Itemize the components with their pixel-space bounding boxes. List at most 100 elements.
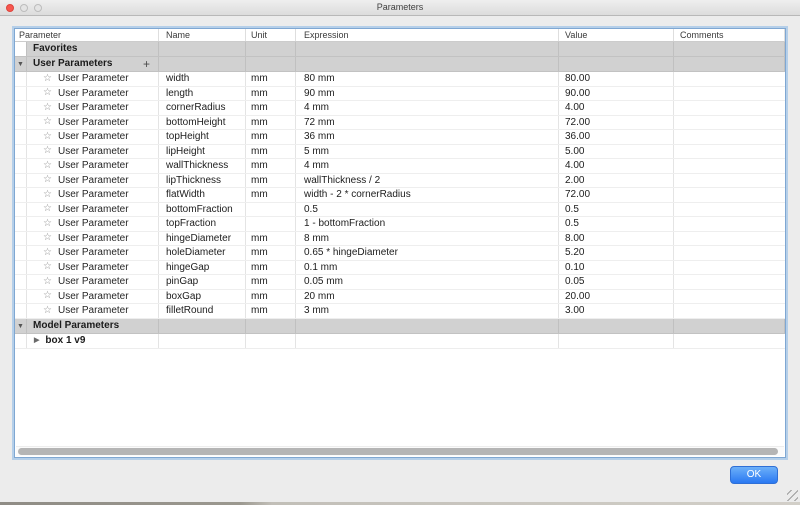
close-button-icon[interactable]	[6, 4, 14, 12]
parameter-type-label: User Parameter	[57, 261, 129, 273]
row-gutter	[15, 231, 27, 245]
favorite-star-icon[interactable]: ☆	[43, 276, 52, 287]
name-cell[interactable]: length	[159, 86, 246, 100]
row-gutter	[15, 101, 27, 115]
favorite-star-icon[interactable]: ☆	[43, 175, 52, 185]
name-cell[interactable]: hingeGap	[159, 260, 246, 274]
parameter-row: ☆ User Parameter bottomFraction 0.5 0.5	[15, 202, 785, 217]
horizontal-scrollbar-track[interactable]	[16, 446, 784, 456]
column-header-comments: Comments	[674, 29, 785, 41]
table-header-row: Parameter Name Unit Expression Value Com…	[15, 29, 785, 42]
comments-cell[interactable]	[674, 275, 785, 289]
favorite-star-icon[interactable]: ☆	[43, 233, 52, 243]
parameter-row: ☆ User Parameter topHeight mm 36 mm 36.0…	[15, 130, 785, 145]
row-gutter	[15, 159, 27, 173]
expression-cell[interactable]: width - 2 * cornerRadius	[296, 188, 559, 202]
favorites-label: Favorites	[27, 42, 159, 56]
favorite-star-icon[interactable]: ☆	[43, 305, 52, 316]
name-cell[interactable]: filletRound	[159, 304, 246, 318]
favorite-star-icon[interactable]: ☆	[43, 160, 52, 171]
expression-cell[interactable]: 5 mm	[296, 144, 559, 158]
comments-cell[interactable]	[674, 246, 785, 260]
expression-cell[interactable]: 8 mm	[296, 231, 559, 245]
expand-triangle-icon[interactable]: ▶	[34, 334, 39, 348]
favorite-star-icon[interactable]: ☆	[43, 131, 52, 142]
expression-cell[interactable]: wallThickness / 2	[296, 173, 559, 187]
favorites-gutter	[15, 42, 27, 56]
unit-cell: mm	[246, 72, 296, 86]
favorite-star-icon[interactable]: ☆	[43, 262, 52, 272]
comments-cell[interactable]	[674, 159, 785, 173]
expression-cell[interactable]: 0.5	[296, 202, 559, 216]
parameter-type-label: User Parameter	[57, 73, 129, 84]
favorite-star-icon[interactable]: ☆	[43, 73, 52, 84]
expression-cell[interactable]: 0.05 mm	[296, 275, 559, 289]
collapse-triangle-icon[interactable]: ▼	[17, 323, 24, 330]
expression-cell[interactable]: 1 - bottomFraction	[296, 217, 559, 231]
resize-grip-icon[interactable]	[787, 490, 798, 501]
comments-cell[interactable]	[674, 174, 785, 188]
name-cell[interactable]: holeDiameter	[159, 246, 246, 260]
comments-cell[interactable]	[674, 261, 785, 275]
comments-cell[interactable]	[674, 72, 785, 86]
expression-cell[interactable]: 80 mm	[296, 72, 559, 86]
name-cell[interactable]: hingeDiameter	[159, 231, 246, 245]
collapse-triangle-icon[interactable]: ▼	[17, 61, 24, 68]
parameters-table: Parameter Name Unit Expression Value Com…	[14, 28, 786, 458]
favorite-star-icon[interactable]: ☆	[43, 189, 52, 200]
name-cell[interactable]: pinGap	[159, 275, 246, 289]
expression-cell[interactable]: 20 mm	[296, 289, 559, 303]
comments-cell[interactable]	[674, 217, 785, 231]
favorite-star-icon[interactable]: ☆	[43, 88, 52, 98]
parameter-row: ☆ User Parameter flatWidth mm width - 2 …	[15, 188, 785, 203]
name-cell[interactable]: topHeight	[159, 130, 246, 144]
name-cell[interactable]: cornerRadius	[159, 101, 246, 115]
model-parameters-section-row: ▼ Model Parameters	[15, 318, 785, 334]
favorite-star-icon[interactable]: ☆	[43, 117, 52, 127]
expression-cell[interactable]: 0.1 mm	[296, 260, 559, 274]
expression-cell[interactable]: 72 mm	[296, 115, 559, 129]
parameter-type-label: User Parameter	[57, 189, 129, 200]
value-cell: 0.5	[559, 217, 674, 231]
favorite-star-icon[interactable]: ☆	[43, 146, 52, 156]
comments-cell[interactable]	[674, 145, 785, 159]
comments-cell[interactable]	[674, 203, 785, 217]
comments-cell[interactable]	[674, 188, 785, 202]
comments-cell[interactable]	[674, 130, 785, 144]
parameter-type-label: User Parameter	[57, 160, 129, 171]
favorite-star-icon[interactable]: ☆	[43, 218, 52, 229]
user-parameter-rows: ☆ User Parameter width mm 80 mm 80.00 ☆ …	[15, 72, 785, 319]
name-cell[interactable]: lipHeight	[159, 144, 246, 158]
unit-cell: mm	[246, 101, 296, 115]
favorite-star-icon[interactable]: ☆	[43, 204, 52, 214]
expression-cell[interactable]: 3 mm	[296, 304, 559, 318]
name-cell[interactable]: wallThickness	[159, 159, 246, 173]
comments-cell[interactable]	[674, 232, 785, 246]
comments-cell[interactable]	[674, 304, 785, 318]
comments-cell[interactable]	[674, 101, 785, 115]
name-cell[interactable]: bottomFraction	[159, 202, 246, 216]
parameter-row: ☆ User Parameter width mm 80 mm 80.00	[15, 72, 785, 87]
value-cell: 0.5	[559, 202, 674, 216]
expression-cell[interactable]: 36 mm	[296, 130, 559, 144]
name-cell[interactable]: flatWidth	[159, 188, 246, 202]
name-cell[interactable]: lipThickness	[159, 173, 246, 187]
name-cell[interactable]: bottomHeight	[159, 115, 246, 129]
expression-cell[interactable]: 0.65 * hingeDiameter	[296, 246, 559, 260]
favorite-star-icon[interactable]: ☆	[43, 291, 52, 301]
name-cell[interactable]: width	[159, 72, 246, 86]
comments-cell[interactable]	[674, 116, 785, 130]
expression-cell[interactable]: 90 mm	[296, 86, 559, 100]
ok-button[interactable]: OK	[730, 466, 778, 484]
name-cell[interactable]: boxGap	[159, 289, 246, 303]
name-cell[interactable]: topFraction	[159, 217, 246, 231]
expression-cell[interactable]: 4 mm	[296, 159, 559, 173]
favorite-star-icon[interactable]: ☆	[43, 247, 52, 258]
favorite-star-icon[interactable]: ☆	[43, 102, 52, 113]
comments-cell[interactable]	[674, 87, 785, 101]
add-parameter-icon[interactable]: +	[143, 58, 150, 70]
expression-cell[interactable]: 4 mm	[296, 101, 559, 115]
value-cell: 4.00	[559, 159, 674, 173]
horizontal-scrollbar-thumb[interactable]	[18, 448, 778, 455]
comments-cell[interactable]	[674, 290, 785, 304]
